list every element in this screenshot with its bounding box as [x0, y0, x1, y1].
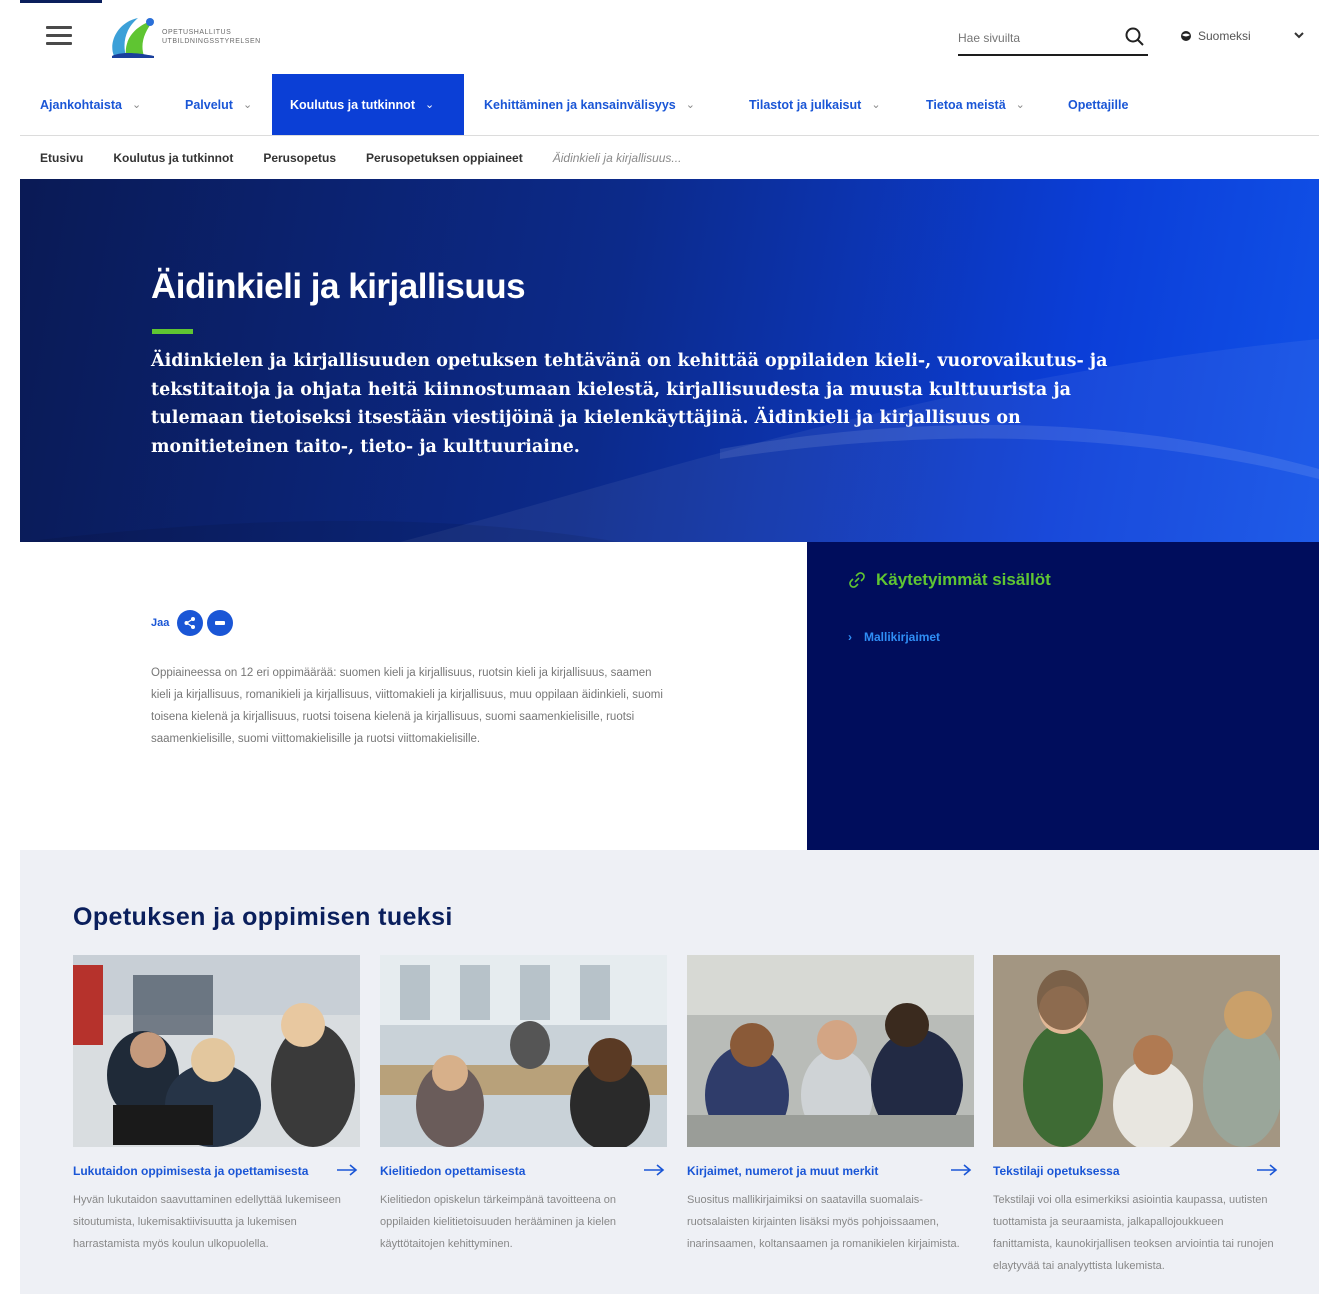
- card-title-text: Kirjaimet, numerot ja muut merkit: [687, 1164, 879, 1178]
- nav-item-ajankohtaista[interactable]: Ajankohtaista ⌄: [40, 74, 141, 135]
- chevron-down-icon: ⌄: [131, 99, 142, 111]
- card-title[interactable]: Kielitiedon opettamisesta: [380, 1161, 667, 1181]
- arrow-right-icon: [337, 1164, 358, 1176]
- logo-text: Opetushallitus Utbildningsstyrelsen: [162, 28, 282, 46]
- search-box: [958, 20, 1148, 56]
- nav-item-label: Ajankohtaista: [40, 97, 122, 112]
- site-header: Opetushallitus Utbildningsstyrelsen Suom…: [0, 0, 1319, 74]
- share-bar: Jaa: [151, 610, 234, 636]
- arrow-right-icon: [1257, 1164, 1278, 1176]
- card-photo-teacher-students: [993, 955, 1280, 1147]
- page: Opetushallitus Utbildningsstyrelsen Suom…: [0, 0, 1319, 1294]
- support-card[interactable]: Kirjaimet, numerot ja muut merkit Suosit…: [687, 955, 974, 1255]
- card-title-text: Lukutaidon oppimisesta ja opettamisesta: [73, 1164, 309, 1178]
- link-icon: [849, 572, 865, 588]
- language-label: Suomeksi: [1198, 29, 1251, 43]
- chevron-right-icon: ›: [848, 630, 852, 644]
- arrow-right-icon: [644, 1164, 665, 1176]
- chevron-down-icon[interactable]: [1292, 28, 1306, 42]
- card-photo-computer-class: [380, 955, 667, 1147]
- nav-item-opettajille[interactable]: Opettajille: [1068, 74, 1128, 135]
- card-description: Tekstilaji voi olla esimerkiksi asiointi…: [993, 1194, 1274, 1272]
- nav-item-koulutus-ja-tutkinnot[interactable]: Koulutus ja tutkinnot ⌄: [272, 74, 464, 135]
- support-card[interactable]: Lukutaidon oppimisesta ja opettamisesta …: [73, 955, 360, 1255]
- page-title: Äidinkieli ja kirjallisuus: [151, 267, 526, 306]
- nav-item-palvelut[interactable]: Palvelut ⌄: [185, 74, 252, 135]
- popular-link-label: Mallikirjaimet: [864, 630, 941, 644]
- breadcrumb: Etusivu Koulutus ja tutkinnot Perusopetu…: [40, 148, 681, 168]
- nav-item-label: Koulutus ja tutkinnot: [290, 97, 415, 112]
- nav-item-tietoa-meista[interactable]: Tietoa meistä ⌄: [926, 74, 1025, 135]
- oph-logo[interactable]: [104, 12, 160, 60]
- card-title-text: Tekstilaji opetuksessa: [993, 1164, 1120, 1178]
- card-title[interactable]: Lukutaidon oppimisesta ja opettamisesta: [73, 1161, 360, 1181]
- card-title-text: Kielitiedon opettamisesta: [380, 1164, 526, 1178]
- chevron-down-icon: ⌄: [685, 99, 695, 111]
- support-card[interactable]: Tekstilaji opetuksessa Tekstilaji voi ol…: [993, 955, 1280, 1277]
- breadcrumb-item[interactable]: Koulutus ja tutkinnot: [113, 151, 233, 165]
- search-input[interactable]: [958, 26, 1118, 50]
- body-text: Oppiaineessa on 12 eri oppimäärää: suome…: [151, 667, 663, 745]
- share-label: Jaa: [151, 617, 170, 629]
- chevron-down-icon: ⌄: [871, 99, 881, 111]
- chevron-down-icon: ⌄: [1015, 99, 1025, 111]
- breadcrumb-item[interactable]: Perusopetus: [263, 151, 336, 165]
- breadcrumb-current: Äidinkieli ja kirjallisuus...: [552, 151, 682, 165]
- popular-title-text: Käytetyimmät sisällöt: [876, 570, 1051, 589]
- hamburger-menu-icon[interactable]: [46, 26, 72, 46]
- language-selector[interactable]: Suomeksi: [1180, 26, 1251, 46]
- main-navigation: Ajankohtaista ⌄ Palvelut ⌄ Koulutus ja tut…: [20, 74, 1319, 136]
- logo-text-line1: Opetushallitus: [162, 29, 232, 36]
- popular-content-title: Käytetyimmät sisällöt: [848, 570, 1051, 590]
- card-title[interactable]: Tekstilaji opetuksessa: [993, 1161, 1280, 1181]
- hero-lead-text: Äidinkielen ja kirjallisuuden opetuksen …: [151, 351, 1108, 457]
- share-icon[interactable]: [177, 610, 204, 636]
- breadcrumb-item[interactable]: Perusopetuksen oppiaineet: [366, 151, 523, 165]
- popular-link-mallikirjaimet[interactable]: › Mallikirjaimet: [848, 630, 940, 644]
- card-description: Hyvän lukutaidon saavuttaminen edellyttä…: [73, 1194, 341, 1250]
- card-description: Suositus mallikirjaimiksi on saatavilla …: [687, 1194, 960, 1250]
- nav-item-tilastot[interactable]: Tilastot ja julkaisut ⌄: [749, 74, 881, 135]
- card-photo-classroom-laptop: [73, 955, 360, 1147]
- card-photo-students-tablet: [687, 955, 974, 1147]
- logo-text-line2: Utbildningsstyrelsen: [162, 38, 261, 45]
- chevron-down-icon: ⌄: [424, 99, 435, 111]
- support-section-title: Opetuksen ja oppimisen tueksi: [73, 903, 453, 931]
- hero-banner: Äidinkieli ja kirjallisuus Äidinkielen j…: [20, 179, 1319, 542]
- breadcrumb-item[interactable]: Etusivu: [40, 151, 83, 165]
- card-description: Kielitiedon opiskelun tärkeimpänä tavoit…: [380, 1194, 617, 1250]
- support-card[interactable]: Kielitiedon opettamisesta Kielitiedon op…: [380, 955, 667, 1255]
- email-share-icon[interactable]: [207, 610, 234, 636]
- nav-item-kehittaminen[interactable]: Kehittäminen ja kansainvälisyys ⌄: [484, 74, 695, 135]
- chevron-down-icon: ⌄: [242, 99, 253, 111]
- title-accent-bar: [152, 329, 193, 334]
- nav-item-label: Kehittäminen ja kansainvälisyys: [484, 97, 676, 112]
- nav-item-label: Opettajille: [1068, 97, 1129, 112]
- nav-item-label: Tilastot ja julkaisut: [749, 97, 862, 112]
- globe-icon: [1181, 31, 1191, 41]
- card-title[interactable]: Kirjaimet, numerot ja muut merkit: [687, 1161, 974, 1181]
- search-icon[interactable]: [1124, 26, 1146, 48]
- nav-item-label: Tietoa meistä: [926, 97, 1006, 112]
- nav-item-label: Palvelut: [185, 97, 233, 112]
- arrow-right-icon: [951, 1164, 972, 1176]
